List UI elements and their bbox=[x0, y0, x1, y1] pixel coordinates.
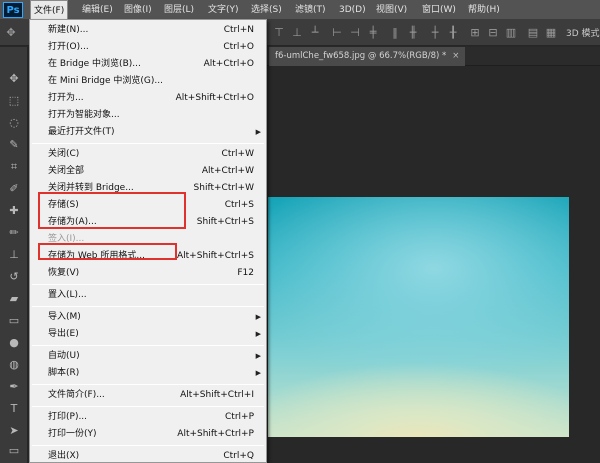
menu-separator bbox=[32, 284, 264, 285]
menu-item-check-in: 签入(I)... bbox=[48, 234, 85, 244]
lasso-tool-icon[interactable]: ◌ bbox=[6, 115, 22, 131]
menu-item-recent-files[interactable]: 最近打开文件(T) ▶ bbox=[30, 124, 266, 141]
distribute-icon[interactable]: ▥ bbox=[504, 26, 518, 40]
menu-separator bbox=[32, 306, 264, 307]
distribute-icon[interactable]: ▦ bbox=[544, 26, 558, 40]
3d-mode-label: 3D 模式 bbox=[566, 29, 600, 39]
menu-item-scripts[interactable]: 脚本(R) ▶ bbox=[30, 365, 266, 382]
menu-type[interactable]: 文字(Y) bbox=[205, 0, 242, 20]
gradient-tool-icon[interactable]: ▭ bbox=[6, 313, 22, 329]
submenu-arrow-icon: ▶ bbox=[255, 313, 261, 321]
menu-image[interactable]: 图像(I) bbox=[121, 0, 155, 20]
distribute-icon[interactable]: ‖ bbox=[388, 26, 402, 40]
menu-item-save-as[interactable]: 存储为(A)... Shift+Ctrl+S bbox=[30, 214, 266, 231]
menu-file[interactable]: 文件(F) bbox=[30, 0, 69, 20]
menu-item-save[interactable]: 存储(S) Ctrl+S bbox=[30, 197, 266, 214]
menu-item-export[interactable]: 导出(E) ▶ bbox=[30, 326, 266, 343]
quick-select-tool-icon[interactable]: ✎ bbox=[6, 137, 22, 153]
blur-tool-icon[interactable]: ● bbox=[6, 335, 22, 351]
align-icon[interactable]: ┴ bbox=[308, 26, 322, 40]
photoshop-logo: Ps bbox=[3, 2, 23, 18]
menu-separator bbox=[32, 445, 264, 446]
distribute-icon[interactable]: ⊢ bbox=[330, 26, 344, 40]
dodge-tool-icon[interactable]: ◍ bbox=[6, 357, 22, 373]
menu-help[interactable]: 帮助(H) bbox=[465, 0, 503, 20]
menu-item-revert[interactable]: 恢复(V) F12 bbox=[30, 265, 266, 282]
menu-item-close-go-bridge[interactable]: 关闭并转到 Bridge... Shift+Ctrl+W bbox=[30, 180, 266, 197]
distribute-icon[interactable]: ▤ bbox=[526, 26, 540, 40]
menu-item-open-as[interactable]: 打开为... Alt+Shift+Ctrl+O bbox=[30, 90, 266, 107]
menu-separator bbox=[32, 406, 264, 407]
shape-tool-icon[interactable]: ▭ bbox=[6, 443, 22, 459]
submenu-arrow-icon: ▶ bbox=[255, 128, 261, 136]
healing-brush-tool-icon[interactable]: ✚ bbox=[6, 203, 22, 219]
menu-item-automate[interactable]: 自动(U) ▶ bbox=[30, 348, 266, 365]
distribute-icon[interactable]: ╫ bbox=[406, 26, 420, 40]
eraser-tool-icon[interactable]: ▰ bbox=[6, 291, 22, 307]
menu-item-close[interactable]: 关闭(C) Ctrl+W bbox=[30, 146, 266, 163]
menu-separator bbox=[32, 384, 264, 385]
align-icon[interactable]: ⊥ bbox=[290, 26, 304, 40]
distribute-icon[interactable]: ╂ bbox=[446, 26, 460, 40]
menu-filter[interactable]: 滤镜(T) bbox=[292, 0, 329, 20]
clone-stamp-tool-icon[interactable]: ⊥ bbox=[6, 247, 22, 263]
menu-item-open[interactable]: 打开(O)... Ctrl+O bbox=[30, 39, 266, 56]
menu-item-exit[interactable]: 退出(X) Ctrl+Q bbox=[30, 448, 266, 463]
distribute-icon[interactable]: ┼ bbox=[428, 26, 442, 40]
menu-item-open-as-smart-object[interactable]: 打开为智能对象... bbox=[30, 107, 266, 124]
menu-item-print-one-copy[interactable]: 打印一份(Y) Alt+Shift+Ctrl+P bbox=[30, 426, 266, 443]
menu-layer[interactable]: 图层(L) bbox=[161, 0, 197, 20]
menu-separator bbox=[32, 143, 264, 144]
menu-select[interactable]: 选择(S) bbox=[248, 0, 285, 20]
submenu-arrow-icon: ▶ bbox=[255, 352, 261, 360]
submenu-arrow-icon: ▶ bbox=[255, 330, 261, 338]
menu-item-place[interactable]: 置入(L)... bbox=[30, 287, 266, 304]
pen-tool-icon[interactable]: ✒ bbox=[6, 379, 22, 395]
distribute-icon[interactable]: ⊟ bbox=[486, 26, 500, 40]
document-tab-title: f6-umlChe_fw658.jpg @ 66.7%(RGB/8) * bbox=[275, 51, 447, 61]
move-tool-preset-icon[interactable]: ✥ bbox=[4, 26, 18, 40]
menu-edit[interactable]: 编辑(E) bbox=[79, 0, 116, 20]
type-tool-icon[interactable]: T bbox=[6, 401, 22, 417]
menu-item-close-all[interactable]: 关闭全部 Alt+Ctrl+W bbox=[30, 163, 266, 180]
menu-3d[interactable]: 3D(D) bbox=[336, 0, 369, 20]
brush-tool-icon[interactable]: ✏ bbox=[6, 225, 22, 241]
menu-item-browse-mini-bridge[interactable]: 在 Mini Bridge 中浏览(G)... bbox=[30, 73, 266, 90]
menu-bar: Ps 文件(F) 编辑(E) 图像(I) 图层(L) 文字(Y) 选择(S) 滤… bbox=[0, 0, 600, 20]
distribute-icon[interactable]: ╪ bbox=[366, 26, 380, 40]
move-tool-icon[interactable]: ✥ bbox=[6, 71, 22, 87]
menu-item-import[interactable]: 导入(M) ▶ bbox=[30, 309, 266, 326]
align-icon[interactable]: ⊤ bbox=[272, 26, 286, 40]
file-menu: 新建(N)... Ctrl+N 打开(O)... Ctrl+O 在 Bridge 中… bbox=[29, 19, 267, 463]
menu-item-new[interactable]: 新建(N)... Ctrl+N bbox=[30, 22, 266, 39]
submenu-arrow-icon: ▶ bbox=[255, 369, 261, 377]
menu-view[interactable]: 视图(V) bbox=[373, 0, 410, 20]
document-image bbox=[268, 197, 569, 437]
distribute-icon[interactable]: ⊞ bbox=[468, 26, 482, 40]
menu-window[interactable]: 窗口(W) bbox=[419, 0, 459, 20]
marquee-tool-icon[interactable]: ⬚ bbox=[6, 93, 22, 109]
menu-item-browse-bridge[interactable]: 在 Bridge 中浏览(B)... Alt+Ctrl+O bbox=[30, 56, 266, 73]
tool-panel: ✥ ⬚ ◌ ✎ ⌗ ✐ ✚ ✏ ⊥ ↺ ▰ ▭ ● ◍ ✒ T ➤ ▭ bbox=[0, 47, 28, 463]
menu-item-print[interactable]: 打印(P)... Ctrl+P bbox=[30, 409, 266, 426]
distribute-icon[interactable]: ⊣ bbox=[348, 26, 362, 40]
menu-item-file-info[interactable]: 文件简介(F)... Alt+Shift+Ctrl+I bbox=[30, 387, 266, 404]
close-icon[interactable]: × bbox=[452, 51, 459, 61]
menu-separator bbox=[32, 345, 264, 346]
history-brush-tool-icon[interactable]: ↺ bbox=[6, 269, 22, 285]
menu-item-save-for-web[interactable]: 存储为 Web 所用格式... Alt+Shift+Ctrl+S bbox=[30, 248, 266, 265]
crop-tool-icon[interactable]: ⌗ bbox=[6, 159, 22, 175]
path-select-tool-icon[interactable]: ➤ bbox=[6, 423, 22, 439]
eyedropper-tool-icon[interactable]: ✐ bbox=[6, 181, 22, 197]
document-tab[interactable]: f6-umlChe_fw658.jpg @ 66.7%(RGB/8) * × bbox=[269, 47, 466, 66]
